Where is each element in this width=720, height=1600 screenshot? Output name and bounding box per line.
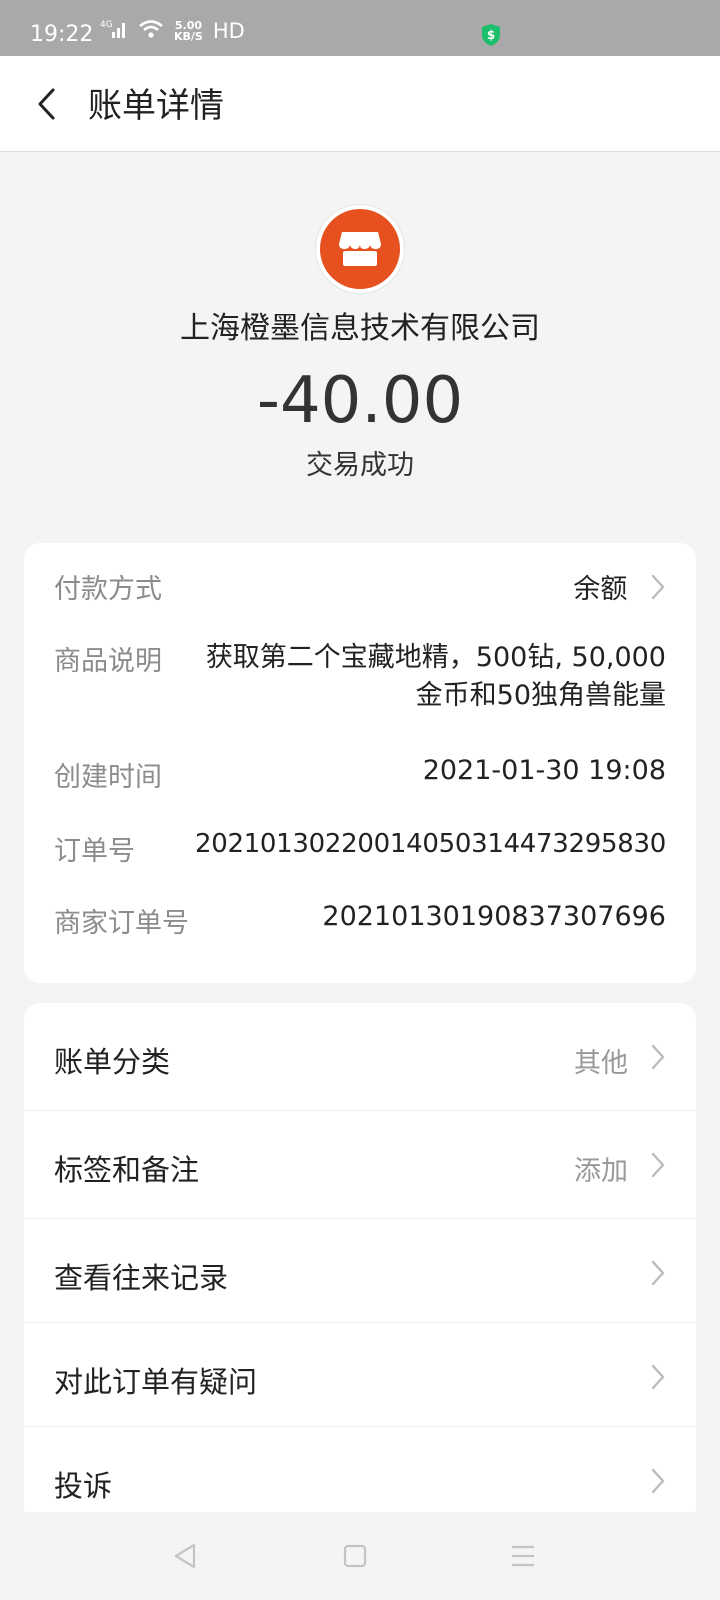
history-row[interactable]: 查看往来记录: [24, 1219, 696, 1323]
chevron-left-icon: [38, 88, 55, 120]
nav-menu-button[interactable]: [510, 1542, 536, 1574]
payment-method-label: 付款方式: [54, 574, 162, 605]
category-value: 其他: [574, 1048, 628, 1079]
created-time-label: 创建时间: [54, 762, 162, 793]
bill-details-card: 付款方式 余额 商品说明 获取第二个宝藏地精，500钻, 50,000金币和50…: [24, 543, 696, 983]
chevron-right-icon: [650, 1151, 666, 1183]
description-row: 商品说明 获取第二个宝藏地精，500钻, 50,000金币和50独角兽能量: [54, 639, 666, 715]
chevron-right-icon: [650, 573, 666, 608]
bill-actions-card: 账单分类 其他 标签和备注 添加 查看往来记录 对此订单有疑问 投诉: [24, 1003, 696, 1523]
hd-indicator: HD: [212, 19, 245, 43]
network-indicators: 4G 5.00 KB/S HD: [100, 18, 245, 44]
title-bar: 账单详情: [0, 56, 720, 152]
tags-notes-row[interactable]: 标签和备注 添加: [24, 1111, 696, 1219]
wifi-icon: [138, 18, 164, 44]
store-icon: [339, 232, 381, 266]
tags-notes-value: 添加: [574, 1156, 628, 1187]
category-label: 账单分类: [54, 1045, 171, 1079]
chevron-right-icon: [650, 1467, 666, 1499]
status-bar: 19:22 4G 5.00 KB/S HD $: [0, 0, 720, 56]
system-nav-bar: [0, 1512, 720, 1600]
signal-icon: 4G: [100, 18, 128, 44]
payment-method-value: 余额: [573, 574, 628, 605]
history-label: 查看往来记录: [54, 1261, 229, 1295]
description-label: 商品说明: [54, 646, 162, 677]
bill-header: 上海橙墨信息技术有限公司 -40.00 交易成功: [0, 205, 720, 482]
merchant-name: 上海橙墨信息技术有限公司: [180, 311, 540, 346]
merchant-logo-inner: [320, 209, 400, 289]
menu-lines-icon: [512, 1545, 534, 1567]
svg-text:$: $: [487, 28, 495, 42]
nav-home-button[interactable]: [342, 1542, 368, 1574]
merchant-order-number-row: 商家订单号 20210130190837307696: [54, 901, 666, 940]
square-home-icon: [343, 1544, 367, 1568]
page-title: 账单详情: [88, 86, 224, 126]
question-row[interactable]: 对此订单有疑问: [24, 1323, 696, 1427]
order-number-value: 20210130220014050314473295830: [194, 829, 666, 859]
status-time: 19:22: [30, 22, 94, 47]
question-label: 对此订单有疑问: [54, 1365, 258, 1399]
category-row[interactable]: 账单分类 其他: [24, 1003, 696, 1111]
payment-method-value-wrap: 余额: [573, 567, 666, 608]
merchant-order-number-value: 20210130190837307696: [322, 901, 666, 932]
svg-text:4G: 4G: [100, 20, 113, 30]
created-time-value: 2021-01-30 19:08: [422, 755, 666, 786]
tags-notes-label: 标签和备注: [54, 1153, 200, 1187]
nav-back-button[interactable]: [172, 1542, 198, 1574]
chevron-right-icon: [650, 1363, 666, 1395]
chevron-right-icon: [650, 1259, 666, 1291]
transaction-amount: -40.00: [256, 364, 464, 438]
created-time-row: 创建时间 2021-01-30 19:08: [54, 755, 666, 794]
payment-method-row[interactable]: 付款方式 余额: [54, 567, 666, 608]
chevron-right-icon: [650, 1043, 666, 1075]
complaint-label: 投诉: [54, 1469, 113, 1503]
description-value: 获取第二个宝藏地精，500钻, 50,000金币和50独角兽能量: [205, 642, 666, 711]
speed-unit: KB/S: [174, 30, 203, 43]
merchant-order-number-label: 商家订单号: [54, 908, 189, 939]
merchant-logo: [316, 205, 404, 293]
back-button[interactable]: [28, 84, 68, 124]
transaction-status: 交易成功: [306, 450, 414, 481]
triangle-back-icon: [174, 1543, 196, 1569]
order-number-row: 订单号 20210130220014050314473295830: [54, 829, 666, 868]
order-number-label: 订单号: [54, 836, 135, 867]
network-speed: 5.00 KB/S: [174, 20, 203, 42]
shield-dollar-icon: $: [481, 23, 501, 51]
